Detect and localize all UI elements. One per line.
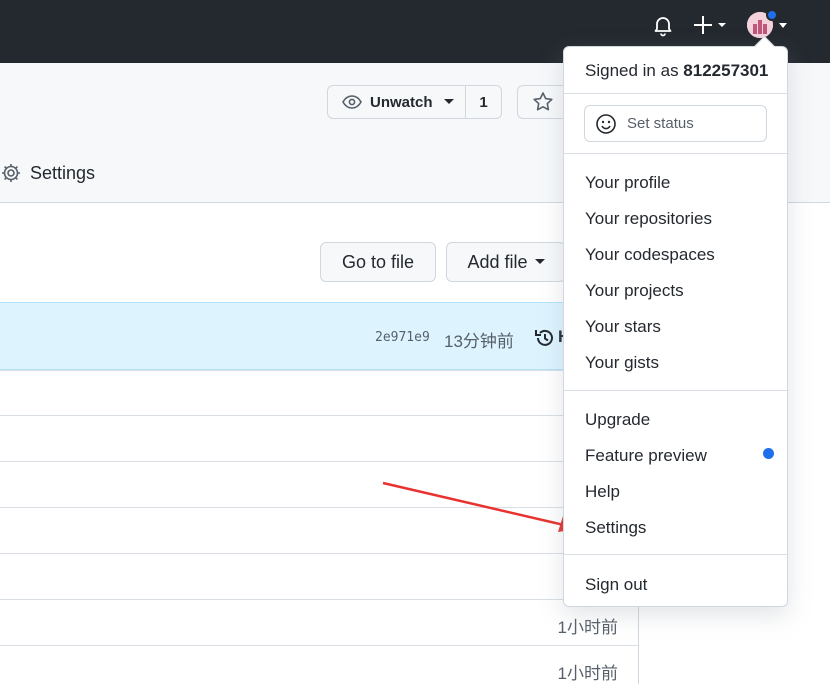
table-row[interactable]: 1小时前	[0, 645, 638, 692]
row-time: 1小时前	[557, 664, 618, 683]
divider	[564, 554, 787, 555]
user-dropdown-menu: Signed in as 812257301 Set status Your p…	[563, 35, 788, 607]
add-file-label: Add file	[467, 251, 528, 272]
menu-item-your-projects[interactable]: Your projects	[585, 281, 684, 301]
chevron-down-icon	[779, 23, 787, 28]
tab-settings[interactable]: Settings	[0, 158, 95, 188]
chevron-down-icon	[443, 99, 454, 104]
commit-sha[interactable]: 2e971e9	[375, 330, 430, 345]
annotation-arrow	[382, 481, 578, 532]
menu-item-your-profile[interactable]: Your profile	[585, 173, 670, 193]
add-file-button[interactable]: Add file	[446, 242, 566, 282]
latest-commit-bar: 2e971e9 13分钟前 H	[0, 302, 638, 370]
watch-button[interactable]: Unwatch 1	[327, 85, 502, 119]
set-status-button[interactable]: Set status	[584, 105, 767, 142]
feature-preview-indicator	[763, 448, 774, 459]
menu-item-your-gists[interactable]: Your gists	[585, 353, 659, 373]
watch-count[interactable]: 1	[466, 94, 501, 111]
smiley-icon	[596, 113, 616, 134]
eye-icon	[342, 95, 362, 109]
divider	[564, 153, 787, 154]
menu-item-your-codespaces[interactable]: Your codespaces	[585, 245, 715, 265]
set-status-label: Set status	[627, 115, 694, 132]
unread-indicator	[766, 9, 778, 21]
table-row[interactable]	[0, 370, 638, 417]
table-row[interactable]: 1	[0, 553, 638, 600]
history-icon[interactable]	[534, 327, 556, 349]
username: 812257301	[683, 61, 769, 80]
table-row[interactable]: 2	[0, 415, 638, 462]
row-time: 1小时前	[557, 618, 618, 637]
table-row[interactable]: 1小时前	[0, 599, 638, 646]
menu-item-help[interactable]: Help	[585, 482, 620, 502]
chevron-down-icon	[534, 259, 545, 264]
menu-item-sign-out[interactable]: Sign out	[585, 575, 647, 595]
signed-in-as: Signed in as 812257301	[585, 61, 768, 81]
create-new-button[interactable]	[692, 12, 732, 38]
tab-settings-label: Settings	[30, 162, 96, 183]
menu-item-settings[interactable]: Settings	[585, 518, 646, 538]
menu-item-your-stars[interactable]: Your stars	[585, 317, 661, 337]
watch-label: Unwatch	[370, 93, 433, 111]
gear-icon	[2, 164, 20, 182]
divider	[564, 93, 787, 94]
go-to-file-button[interactable]: Go to file	[320, 242, 436, 282]
watch-dropdown[interactable]: Unwatch	[328, 86, 466, 118]
menu-item-upgrade[interactable]: Upgrade	[585, 410, 650, 430]
divider	[564, 390, 787, 391]
user-menu-button[interactable]	[747, 9, 789, 41]
bell-icon[interactable]	[651, 13, 675, 37]
star-icon	[533, 92, 553, 111]
plus-icon	[694, 16, 726, 34]
commit-time: 13分钟前	[444, 332, 514, 351]
menu-item-your-repositories[interactable]: Your repositories	[585, 209, 712, 229]
menu-item-feature-preview[interactable]: Feature preview	[585, 446, 707, 466]
signed-in-prefix: Signed in as	[585, 61, 684, 80]
